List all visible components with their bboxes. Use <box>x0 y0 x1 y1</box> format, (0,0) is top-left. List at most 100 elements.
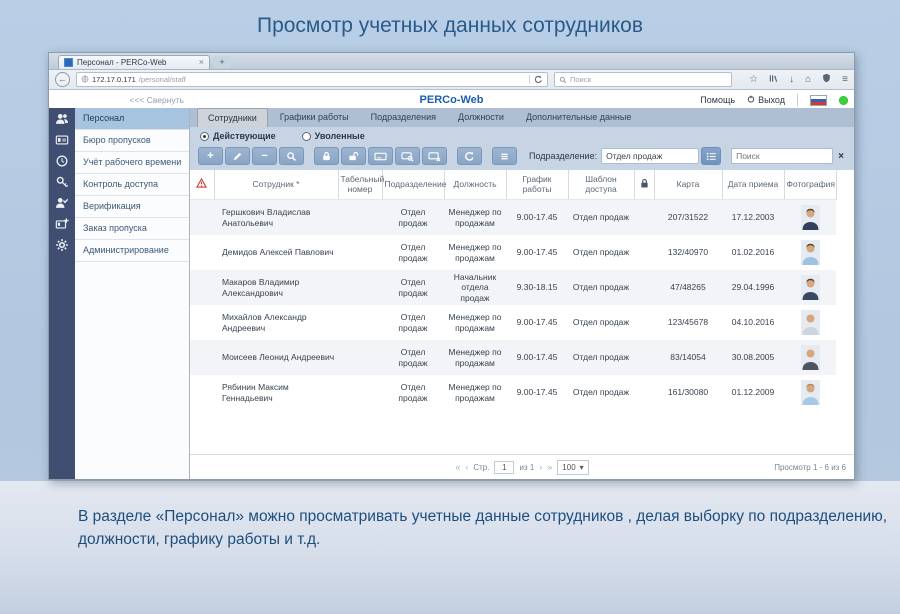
column-employee[interactable]: Сотрудник * <box>214 170 338 200</box>
unlock-button[interactable] <box>341 147 366 165</box>
card-remove-button[interactable] <box>422 147 447 165</box>
close-tab-icon[interactable]: × <box>199 58 204 67</box>
reload-icon[interactable] <box>529 75 543 84</box>
page-size-select[interactable]: 100 ▾ <box>557 460 588 475</box>
gear-icon[interactable] <box>49 234 75 255</box>
report-button[interactable] <box>492 147 517 165</box>
department-input[interactable] <box>601 148 699 164</box>
sidebar-item-personnel[interactable]: Персонал <box>75 108 189 130</box>
column-department[interactable]: Подразделение <box>382 170 444 200</box>
table-row[interactable]: Макаров Владимир Александрович Отдел про… <box>190 270 836 305</box>
tab-positions[interactable]: Должности <box>448 108 514 127</box>
sidebar-item-time-tracking[interactable]: Учёт рабочего времени <box>75 152 189 174</box>
next-page-button[interactable]: › <box>539 462 542 472</box>
page-of-label: из 1 <box>519 463 534 472</box>
employee-search-input[interactable] <box>731 148 833 164</box>
tab-employees[interactable]: Сотрудники <box>197 108 268 127</box>
sidebar-item-access-control[interactable]: Контроль доступа <box>75 174 189 196</box>
column-photo[interactable]: Фотография <box>784 170 836 200</box>
column-warning[interactable] <box>190 170 214 200</box>
sidebar-item-verification[interactable]: Верификация <box>75 196 189 218</box>
browser-search[interactable]: Поиск <box>554 72 732 87</box>
badge-plus-icon[interactable] <box>49 213 75 234</box>
url-bar[interactable]: 172.17.0.171/personal/staff <box>76 72 548 87</box>
power-icon <box>747 95 755 105</box>
table-row[interactable]: Моисеев Леонид Андреевич Отдел продажМен… <box>190 340 836 375</box>
column-position[interactable]: Должность <box>444 170 506 200</box>
unlock-icon <box>348 151 359 162</box>
section-tabs: Сотрудники Графики работы Подразделения … <box>190 108 854 127</box>
main-content: Сотрудники Графики работы Подразделения … <box>190 108 854 479</box>
browser-tab[interactable]: Персонал - PERCo-Web × <box>58 55 210 69</box>
home-icon[interactable]: ⌂ <box>805 75 811 85</box>
key-icon[interactable] <box>49 171 75 192</box>
sidebar-item-pass-order[interactable]: Заказ пропуска <box>75 218 189 240</box>
downloads-icon[interactable]: ↓ <box>789 75 794 85</box>
people-icon[interactable] <box>49 108 75 129</box>
table-row[interactable]: Гершкович Владислав Анатольевич Отдел пр… <box>190 200 836 236</box>
radio-fired-employees[interactable]: Уволенные <box>302 131 365 141</box>
browser-tabstrip: Персонал - PERCo-Web × + <box>49 53 854 69</box>
table-row[interactable]: Демидов Алексей Павлович Отдел продажМен… <box>190 235 836 270</box>
edit-button[interactable] <box>225 147 250 165</box>
first-page-button[interactable]: « <box>455 462 460 472</box>
delete-icon: − <box>261 151 267 162</box>
caption-text: В разделе «Персонал» можно просматривать… <box>78 505 892 551</box>
person-check-icon[interactable] <box>49 192 75 213</box>
employee-photo <box>801 345 820 370</box>
status-indicator <box>839 96 848 105</box>
add-button[interactable]: + <box>198 147 223 165</box>
clear-search-icon[interactable]: × <box>838 151 844 162</box>
lock-button[interactable] <box>314 147 339 165</box>
clock-icon[interactable] <box>49 150 75 171</box>
report-icon <box>499 151 510 162</box>
delete-button[interactable]: − <box>252 147 277 165</box>
search-button[interactable] <box>279 147 304 165</box>
table-row[interactable]: Михайлов Александр Андреевич Отдел прода… <box>190 305 836 340</box>
edit-icon <box>232 151 243 162</box>
divider <box>797 94 798 106</box>
department-label: Подразделение: <box>529 151 597 161</box>
new-tab-button[interactable]: + <box>213 56 231 68</box>
list-icon <box>706 151 717 162</box>
tab-work-schedules[interactable]: Графики работы <box>270 108 359 127</box>
bookmark-star-icon[interactable]: ☆ <box>749 75 758 85</box>
sidebar-item-administration[interactable]: Администрирование <box>75 240 189 262</box>
lock-icon <box>321 151 332 162</box>
menu-icon[interactable]: ≡ <box>842 75 848 85</box>
tab-additional-data[interactable]: Дополнительные данные <box>516 108 641 127</box>
department-picker-button[interactable] <box>701 147 721 165</box>
radio-active-employees[interactable]: Действующие <box>200 131 276 141</box>
help-link[interactable]: Помощь <box>700 95 735 105</box>
page-title: Просмотр учетных данных сотрудников <box>0 14 900 38</box>
card-button[interactable] <box>368 147 393 165</box>
table-row[interactable]: Рябинин Максим Геннадьевич Отдел продажМ… <box>190 375 836 410</box>
back-icon: ← <box>58 74 67 84</box>
tab-departments[interactable]: Подразделения <box>361 108 446 127</box>
filter-toolbar-band: Действующие Уволенные + − <box>190 127 854 170</box>
status-filter: Действующие Уволенные <box>190 127 854 145</box>
pagination-info: Просмотр 1 - 6 из 6 <box>774 463 846 472</box>
column-tab-no[interactable]: Табельный номер <box>338 170 382 200</box>
url-path: /personal/staff <box>139 75 186 84</box>
russian-flag-icon[interactable] <box>810 95 827 106</box>
sidebar-item-pass-office[interactable]: Бюро пропусков <box>75 130 189 152</box>
column-lock[interactable] <box>634 170 654 200</box>
column-hire-date[interactable]: Дата приема <box>722 170 784 200</box>
page-number-input[interactable] <box>494 461 514 474</box>
browser-navbar: ← 172.17.0.171/personal/staff Поиск ☆ ↓ … <box>49 69 854 90</box>
chevron-down-icon: ▾ <box>580 463 584 472</box>
prev-page-button[interactable]: ‹ <box>465 462 468 472</box>
badge-icon[interactable] <box>49 129 75 150</box>
shield-icon[interactable] <box>822 73 831 86</box>
card-search-button[interactable] <box>395 147 420 165</box>
back-button[interactable]: ← <box>55 72 70 87</box>
column-card[interactable]: Карта <box>654 170 722 200</box>
column-schedule[interactable]: График работы <box>506 170 568 200</box>
logout-button[interactable]: Выход <box>747 95 785 105</box>
card-remove-icon <box>428 151 441 162</box>
column-template[interactable]: Шаблон доступа <box>568 170 634 200</box>
library-icon[interactable] <box>769 74 778 86</box>
last-page-button[interactable]: » <box>547 462 552 472</box>
refresh-button[interactable] <box>457 147 482 165</box>
